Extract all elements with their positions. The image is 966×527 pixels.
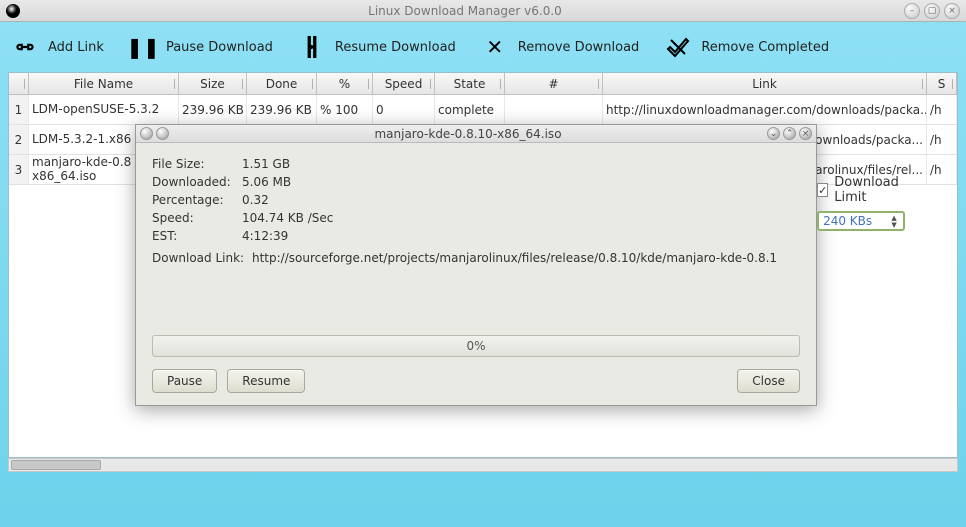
download-limit-value: 240 KBs (823, 214, 872, 228)
downloaded-label: Downloaded: (152, 175, 242, 189)
cell-idx: 1 (9, 95, 29, 124)
window-controls: – ▢ × (904, 3, 960, 19)
resume-button[interactable]: Resume (227, 369, 305, 393)
col-state[interactable]: State (435, 73, 505, 94)
cell-done: 239.96 KB (247, 95, 317, 124)
download-link-label: Download Link: (152, 251, 252, 265)
downloaded-value: 5.06 MB (242, 175, 291, 189)
est-label: EST: (152, 229, 242, 243)
download-stats: File Size:1.51 GB Downloaded:5.06 MB Per… (152, 157, 777, 269)
progress-bar: 0% (152, 335, 800, 357)
cell-link: http://linuxdownloadmanager.com/download… (603, 95, 927, 124)
col-s[interactable]: S (927, 73, 957, 94)
dialog-title: manjaro-kde-0.8.10-x86_64.iso (169, 127, 767, 141)
download-limit-spinbox[interactable]: 240 KBs ▲▼ (817, 211, 905, 231)
col-done[interactable]: Done (247, 73, 317, 94)
cell-speed: 0 (373, 95, 435, 124)
window-title: Linux Download Manager v6.0.0 (26, 4, 904, 18)
download-dialog: manjaro-kde-0.8.10-x86_64.iso ⌄ ⌃ × File… (135, 124, 817, 406)
cell-idx: 2 (9, 125, 29, 154)
cell-size: 239.96 KB (179, 95, 247, 124)
pause-download-label: Pause Download (166, 40, 273, 55)
file-size-label: File Size: (152, 157, 242, 171)
est-value: 4:12:39 (242, 229, 288, 243)
col-filename[interactable]: File Name (29, 73, 179, 94)
file-size-value: 1.51 GB (242, 157, 290, 171)
minimize-button[interactable]: – (904, 3, 920, 19)
remove-completed-icon (665, 36, 691, 58)
link-icon (12, 36, 38, 58)
spinbox-arrows[interactable]: ▲▼ (887, 214, 901, 230)
resume-download-button[interactable]: Resume Download (299, 36, 456, 58)
dialog-titlebar: manjaro-kde-0.8.10-x86_64.iso ⌄ ⌃ × (136, 125, 816, 143)
table-row[interactable]: 1 LDM-openSUSE-5.3.2 239.96 KB 239.96 KB… (9, 95, 957, 125)
main-titlebar: Linux Download Manager v6.0.0 – ▢ × (0, 0, 966, 22)
resume-icon (299, 36, 325, 58)
col-speed[interactable]: Speed (373, 73, 435, 94)
maximize-button[interactable]: ▢ (924, 3, 940, 19)
download-limit-label: Download Limit (834, 175, 905, 205)
add-link-button[interactable]: Add Link (12, 36, 104, 58)
remove-download-button[interactable]: ✕ Remove Download (482, 36, 640, 58)
pause-download-button[interactable]: ❚❚ Pause Download (130, 36, 273, 58)
download-link-value: http://sourceforge.net/projects/manjarol… (252, 251, 777, 265)
add-link-label: Add Link (48, 40, 104, 55)
cell-s: /h (927, 155, 957, 184)
close-button[interactable]: × (944, 3, 960, 19)
cell-filename: LDM-openSUSE-5.3.2 (29, 95, 179, 124)
progress-text: 0% (466, 339, 485, 353)
cell-percent: % 100 (317, 95, 373, 124)
cell-num (505, 95, 603, 124)
col-link[interactable]: Link (603, 73, 927, 94)
app-icon (6, 4, 20, 18)
cell-idx: 3 (9, 155, 29, 184)
toolbar: Add Link ❚❚ Pause Download Resume Downlo… (2, 24, 964, 72)
scrollbar-thumb[interactable] (11, 460, 101, 470)
speed-value: 104.74 KB /Sec (242, 211, 333, 225)
remove-completed-button[interactable]: Remove Completed (665, 36, 829, 58)
horizontal-scrollbar[interactable] (8, 458, 958, 472)
dialog-maximize-button[interactable]: ⌃ (783, 127, 796, 140)
pause-button[interactable]: Pause (152, 369, 217, 393)
close-button-dialog[interactable]: Close (737, 369, 800, 393)
cell-state: complete (435, 95, 505, 124)
percentage-label: Percentage: (152, 193, 242, 207)
cell-s: /h (927, 125, 957, 154)
col-size[interactable]: Size (179, 73, 247, 94)
col-percent[interactable]: % (317, 73, 373, 94)
resume-download-label: Resume Download (335, 40, 456, 55)
remove-icon: ✕ (482, 36, 508, 58)
dialog-menu-icon[interactable] (156, 127, 169, 140)
percentage-value: 0.32 (242, 193, 269, 207)
pause-icon: ❚❚ (130, 36, 156, 58)
remove-completed-label: Remove Completed (701, 40, 829, 55)
dialog-app-icon (140, 127, 153, 140)
download-limit-checkbox[interactable]: ✓ (817, 183, 828, 197)
remove-download-label: Remove Download (518, 40, 640, 55)
table-header: File Name Size Done % Speed State # Link… (9, 73, 957, 95)
download-limit-box: ✓ Download Limit 240 KBs ▲▼ (817, 175, 905, 269)
dialog-close-button[interactable]: × (799, 127, 812, 140)
cell-s: /h (927, 95, 957, 124)
col-index[interactable] (9, 73, 29, 94)
speed-label: Speed: (152, 211, 242, 225)
dialog-minimize-button[interactable]: ⌄ (767, 127, 780, 140)
col-num[interactable]: # (505, 73, 603, 94)
